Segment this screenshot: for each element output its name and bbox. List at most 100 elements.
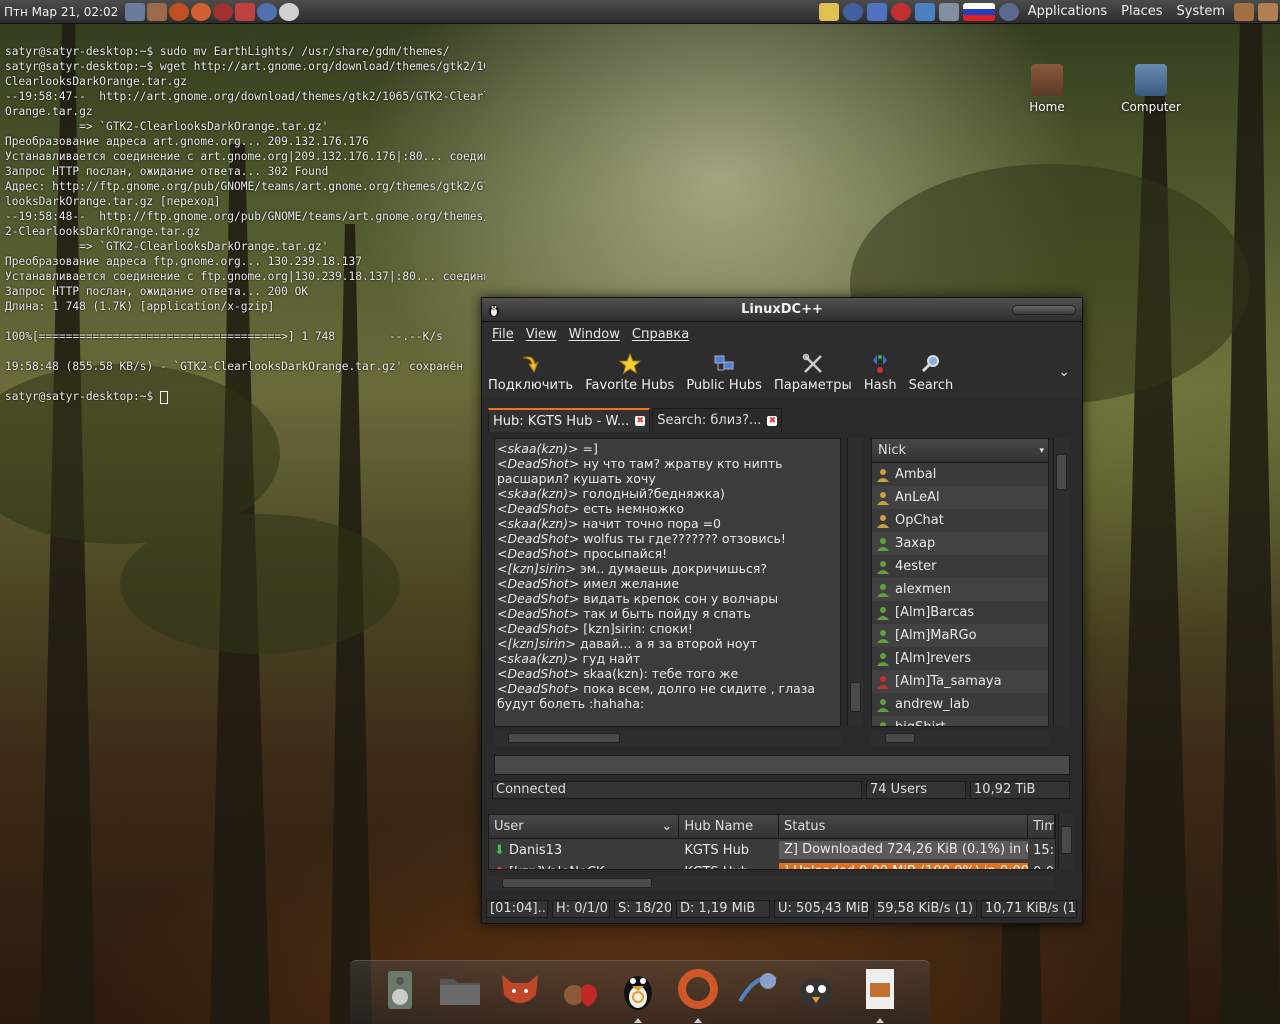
mail-tray-icon[interactable]: [890, 2, 911, 21]
chat-input[interactable]: [494, 755, 1070, 775]
window-controls[interactable]: [1012, 305, 1076, 315]
chat-nick[interactable]: DeadShot: [507, 606, 568, 621]
gauge-tray-icon[interactable]: [842, 2, 863, 21]
firefox-launcher-icon[interactable]: [169, 2, 190, 21]
hub-column-header[interactable]: Hub Name: [679, 815, 779, 838]
linuxdcpp-icon[interactable]: [614, 965, 662, 1013]
notes-tray-icon[interactable]: [914, 2, 935, 21]
settings-button[interactable]: Параметры: [774, 352, 852, 393]
user-row[interactable]: [Alm]Barcas: [872, 601, 1048, 624]
drive-tray-icon[interactable]: [938, 2, 959, 21]
user-row[interactable]: OpChat: [872, 509, 1048, 532]
chat-log[interactable]: <skaa(kzn)> =] <DeadShot> ну что там? жра…: [494, 438, 841, 727]
menu-file[interactable]: File: [486, 327, 520, 342]
linux-tray-icon[interactable]: [818, 2, 839, 21]
scroll-thumb[interactable]: [850, 682, 861, 712]
time-column-header[interactable]: Tim: [1028, 815, 1055, 838]
firefox-icon[interactable]: [496, 965, 544, 1013]
transfer-row[interactable]: ⬆ [kzn]ValeNeCKKGTS Hub] Uploaded 0,00 M…: [489, 861, 1055, 869]
crab-launcher-icon[interactable]: [235, 2, 256, 21]
scroll-thumb[interactable]: [1061, 826, 1072, 854]
close-icon[interactable]: ✖: [635, 416, 646, 426]
chat-nick[interactable]: skaa(kzn): [507, 651, 568, 666]
display-tray-icon[interactable]: [866, 2, 887, 21]
chat-nick[interactable]: DeadShot: [507, 621, 568, 636]
chat-nick[interactable]: DeadShot: [507, 501, 568, 516]
chat-nick[interactable]: skaa(kzn): [507, 516, 568, 531]
computer-desktop-icon[interactable]: Computer: [1111, 64, 1191, 114]
menu-system[interactable]: System: [1170, 4, 1232, 19]
chat-nick[interactable]: [kzn]sirin: [507, 561, 565, 576]
clock[interactable]: Птн Мар 21, 02:02: [0, 5, 124, 19]
terminal-output[interactable]: satyr@satyr-desktop:~$ sudo mv EarthLigh…: [5, 44, 485, 404]
menu-help[interactable]: Справка: [626, 327, 695, 342]
network-game-icon[interactable]: [734, 965, 782, 1013]
russian-flag-icon[interactable]: [962, 2, 995, 21]
user-list-header[interactable]: Nick ▾: [872, 439, 1048, 463]
connect-button[interactable]: Подключить: [488, 352, 573, 393]
tab-search[interactable]: Search: близ?... ✖: [652, 408, 783, 432]
home-desktop-icon[interactable]: Home: [1007, 64, 1087, 114]
user-icon[interactable]: [1258, 2, 1278, 21]
hash-button[interactable]: Hash: [864, 352, 897, 393]
menu-window[interactable]: Window: [563, 327, 626, 342]
logout-icon[interactable]: [1234, 2, 1254, 21]
chat-nick[interactable]: [kzn]sirin: [507, 636, 565, 651]
ring-icon[interactable]: [674, 965, 722, 1013]
chat-nick[interactable]: DeadShot: [507, 576, 568, 591]
user-row[interactable]: 4ester: [872, 555, 1048, 578]
chat-nick[interactable]: DeadShot: [507, 591, 568, 606]
tab-hub[interactable]: Hub: KGTS Hub - W... ✖: [488, 408, 651, 432]
image-viewer-launcher-icon[interactable]: [125, 2, 146, 21]
fruit-icon[interactable]: [556, 965, 604, 1013]
chat-nick[interactable]: DeadShot: [507, 531, 568, 546]
ring-launcher-icon[interactable]: [191, 2, 212, 21]
search-launcher-icon[interactable]: [279, 2, 300, 21]
chat-nick[interactable]: skaa(kzn): [507, 486, 568, 501]
network-launcher-icon[interactable]: [257, 2, 278, 21]
status-column-header[interactable]: Status: [779, 815, 1029, 838]
menu-applications[interactable]: Applications: [1021, 4, 1114, 19]
user-row[interactable]: AnLeAl: [872, 486, 1048, 509]
scroll-thumb[interactable]: [502, 878, 652, 888]
scroll-thumb[interactable]: [1056, 454, 1067, 490]
chat-nick[interactable]: DeadShot: [507, 681, 568, 696]
chat-hscrollbar[interactable]: [494, 731, 841, 745]
user-column-header[interactable]: User ⌄: [489, 815, 680, 838]
user-row[interactable]: andrew_lab: [872, 693, 1048, 716]
chat-nick[interactable]: skaa(kzn): [507, 441, 568, 456]
gnome-menu-icon[interactable]: [998, 2, 1019, 21]
user-list[interactable]: Nick ▾ Ambal AnLeAl OpChat Захар 4ester alexm…: [871, 438, 1049, 727]
scroll-thumb[interactable]: [508, 733, 620, 743]
window-titlebar[interactable]: LinuxDC++: [482, 298, 1082, 322]
menu-places[interactable]: Places: [1114, 4, 1169, 19]
user-list-scrollbar[interactable]: [1053, 438, 1069, 727]
toolbar-overflow-chevron-icon[interactable]: ⌄: [1058, 364, 1070, 380]
close-icon[interactable]: ✖: [767, 415, 778, 426]
user-row[interactable]: alexmen: [872, 578, 1048, 601]
scroll-thumb[interactable]: [885, 733, 915, 743]
user-row[interactable]: [Alm]MaRGo: [872, 624, 1048, 647]
image-viewer-icon[interactable]: [856, 965, 904, 1013]
public-hubs-button[interactable]: Public Hubs: [686, 352, 762, 393]
user-row[interactable]: bigShirt: [872, 716, 1048, 726]
chat-scrollbar[interactable]: [847, 438, 863, 727]
menu-view[interactable]: View: [520, 327, 563, 342]
favorite-hubs-button[interactable]: Favorite Hubs: [585, 352, 674, 393]
pidgin-icon[interactable]: [792, 965, 840, 1013]
search-button[interactable]: Search: [909, 352, 953, 393]
user-row[interactable]: [Alm]Ta_samaya: [872, 670, 1048, 693]
transfer-hscrollbar[interactable]: [488, 876, 1054, 890]
chat-nick[interactable]: DeadShot: [507, 546, 568, 561]
music-player-launcher-icon[interactable]: [147, 2, 168, 21]
speaker-icon[interactable]: [376, 965, 424, 1013]
user-row[interactable]: [Alm]revers: [872, 647, 1048, 670]
user-row[interactable]: Ambal: [872, 463, 1048, 486]
fruit-launcher-icon[interactable]: [213, 2, 234, 21]
chat-nick[interactable]: DeadShot: [507, 666, 568, 681]
folder-icon[interactable]: [436, 965, 484, 1013]
user-row[interactable]: Захар: [872, 532, 1048, 555]
transfer-list[interactable]: User ⌄ Hub Name Status Tim ⬇ Danis13 KGTS …: [488, 814, 1056, 870]
transfer-row[interactable]: ⬇ Danis13 KGTS Hub Z] Downloaded 724,26 Ki…: [489, 839, 1055, 861]
transfer-scrollbar[interactable]: [1058, 814, 1074, 870]
